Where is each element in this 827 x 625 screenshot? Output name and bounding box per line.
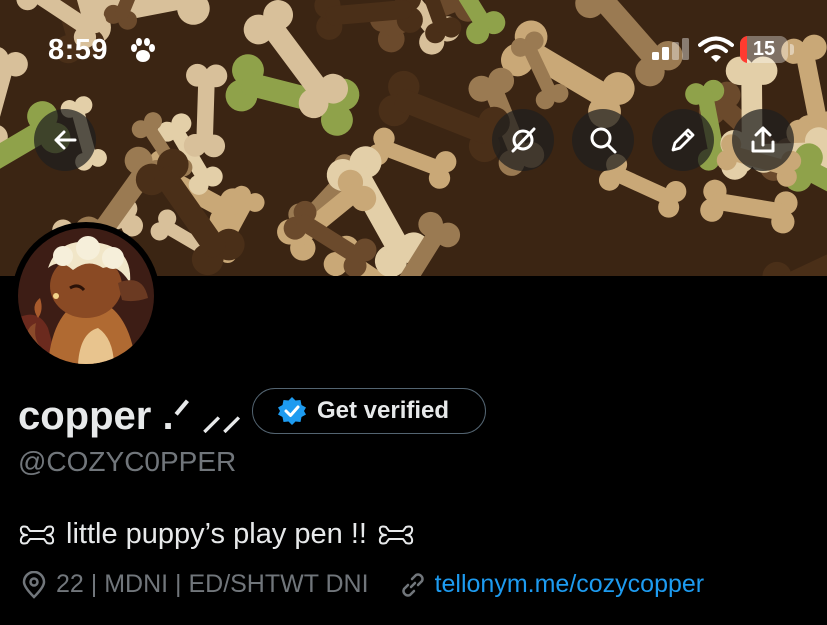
- bio-text: little puppy’s play pen !!: [66, 518, 367, 550]
- edit-button[interactable]: [652, 109, 714, 171]
- search-icon: [590, 127, 617, 154]
- status-time: 8:59: [48, 34, 109, 66]
- bio: little puppy’s play pen !!: [18, 518, 415, 551]
- location-text: 22 | MDNI | ED/SHTWT DNI: [56, 570, 369, 598]
- battery-indicator: 15: [740, 36, 788, 63]
- profile-meta: 22 | MDNI | ED/SHTWT DNI tellonym.me/coz…: [20, 570, 704, 599]
- bone-icon: [378, 525, 414, 544]
- website-link[interactable]: tellonym.me/cozycopper: [435, 570, 705, 599]
- link-icon: [401, 572, 424, 597]
- battery-level: 15: [752, 38, 776, 60]
- avatar[interactable]: [18, 228, 154, 364]
- get-verified-label: Get verified: [317, 397, 450, 424]
- back-button[interactable]: [34, 109, 96, 171]
- grok-button[interactable]: [492, 109, 554, 171]
- display-name: copper .ᐟ ⸝⸝: [18, 394, 242, 438]
- user-handle: @COZYC0PPER: [18, 446, 237, 477]
- search-button[interactable]: [572, 109, 634, 171]
- cellular-signal-icon: [652, 38, 689, 60]
- verified-badge-icon: [278, 397, 306, 425]
- location-pin-icon: [22, 570, 46, 599]
- paw-icon: [131, 38, 155, 62]
- get-verified-button[interactable]: Get verified: [252, 388, 486, 434]
- arrow-left-icon: [54, 130, 77, 150]
- bone-icon: [19, 525, 55, 544]
- wifi-icon: [698, 36, 734, 62]
- share-button[interactable]: [732, 109, 794, 171]
- share-icon: [751, 126, 775, 153]
- battery-tip: [790, 44, 794, 55]
- grok-icon: [511, 127, 536, 153]
- pencil-icon: [671, 128, 695, 152]
